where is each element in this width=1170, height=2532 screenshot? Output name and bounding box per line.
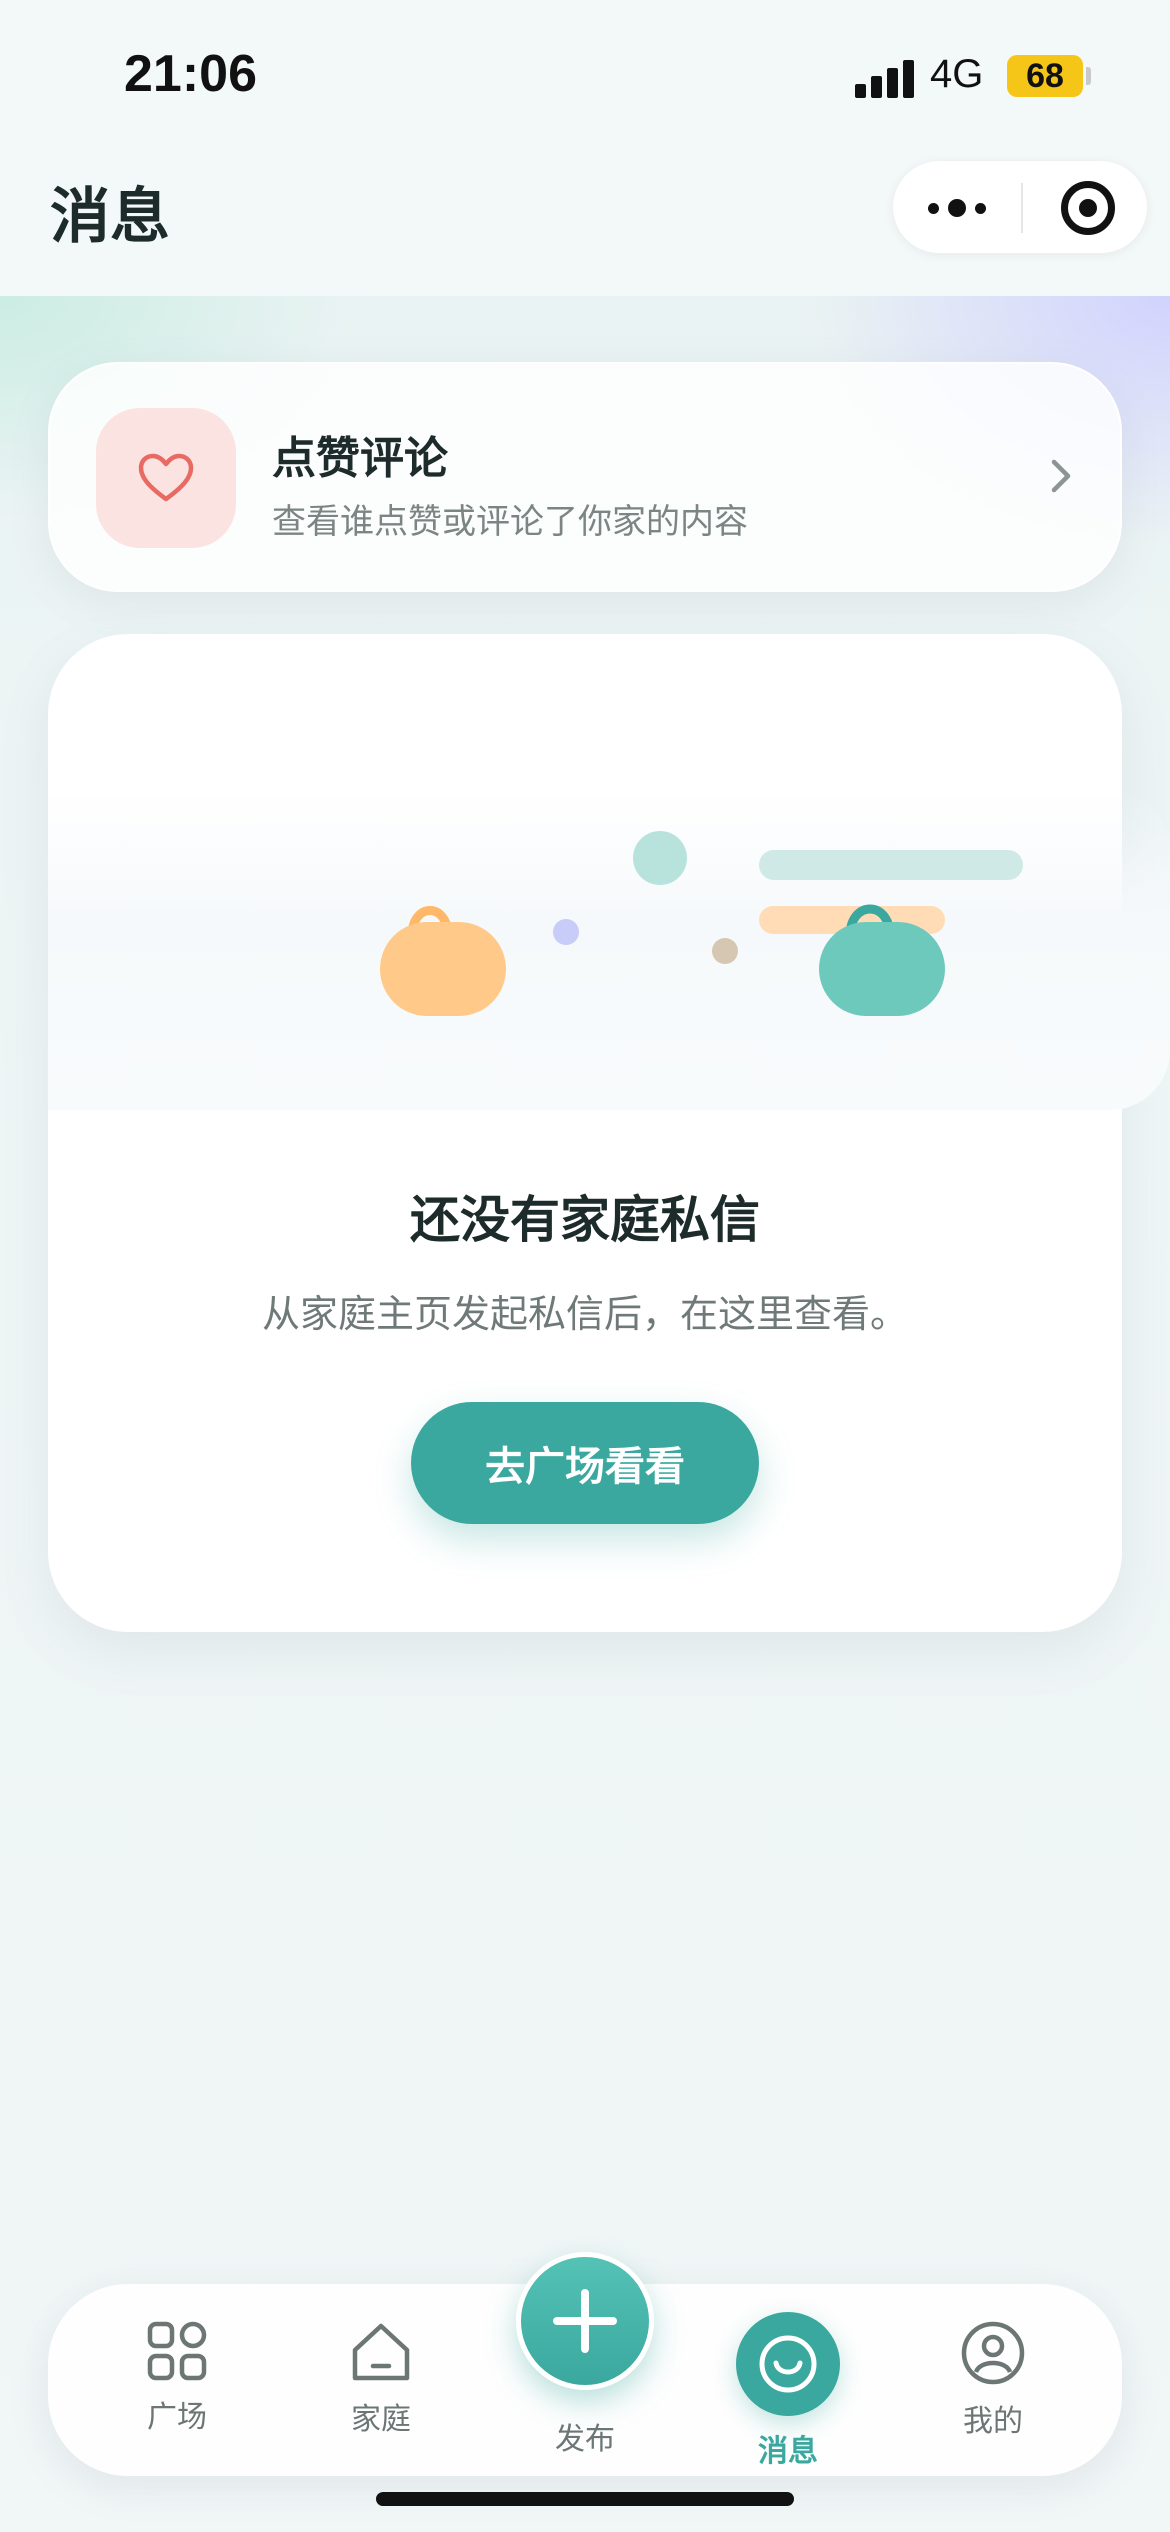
grid-icon [147,2321,207,2381]
empty-subtitle: 从家庭主页发起私信后，在这里查看。 [261,1292,908,1336]
publish-label: 发布 [555,2422,615,2457]
tab-messages[interactable]: 消息 [718,2312,858,2470]
heart-icon [138,453,194,502]
home-indicator[interactable] [376,2492,794,2506]
tab-label: 消息 [758,2434,818,2469]
purple-dot [553,919,579,945]
messages-active-circle [736,2312,840,2416]
home-icon [352,2323,410,2381]
likes-comments-card[interactable]: 点赞评论 查看谁点赞或评论了你家的内容 [48,362,1122,592]
empty-illustration [380,831,1023,1016]
smile-icon [759,2335,817,2393]
signal-icon [855,58,915,98]
go-to-plaza-button[interactable]: 去广场看看 [411,1402,759,1524]
more-icon[interactable] [893,161,1021,255]
capsule-divider [1021,183,1023,233]
teal-line [759,850,1023,880]
network-label: 4G [930,52,984,96]
tab-plaza[interactable]: 广场 [107,2320,247,2436]
user-icon [961,2321,1025,2385]
likes-subtitle: 查看谁点赞或评论了你家的内容 [272,502,748,542]
page-title: 消息 [50,182,170,252]
orange-bag-icon [380,906,506,1016]
battery-icon: 68 [1007,55,1083,97]
battery-level: 68 [1026,56,1064,95]
tab-label: 我的 [963,2404,1023,2439]
publish-plus-button[interactable] [516,2252,654,2390]
chevron-right-icon [1051,459,1071,493]
close-target-icon[interactable] [1061,181,1115,235]
tab-family[interactable]: 家庭 [311,2320,451,2438]
tab-label: 家庭 [351,2402,411,2437]
likes-title: 点赞评论 [272,433,448,484]
empty-title: 还没有家庭私信 [410,1191,760,1249]
tan-dot [712,938,738,964]
mini-program-capsule [892,160,1148,254]
battery-tip [1086,67,1091,85]
likes-icon-box [96,408,236,548]
teal-bubble [633,831,687,885]
status-time: 21:06 [124,45,257,103]
tab-mine[interactable]: 我的 [923,2320,1063,2440]
tab-label: 广场 [147,2400,207,2435]
